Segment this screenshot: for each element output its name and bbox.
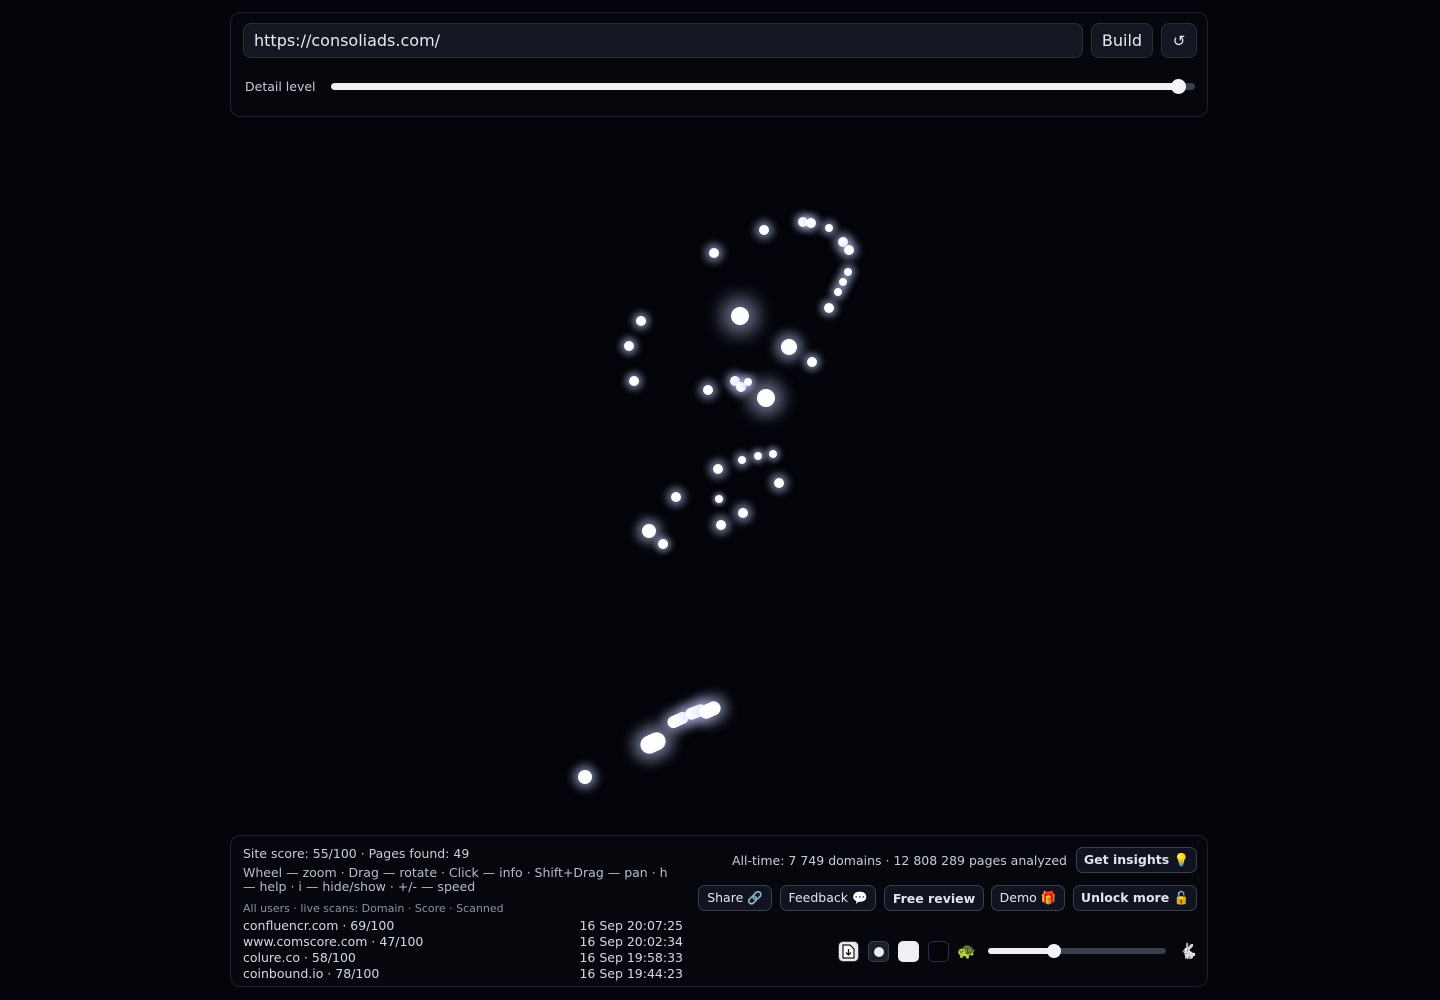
get-insights-button[interactable]: Get insights 💡 [1076, 847, 1197, 873]
graph-node[interactable] [834, 288, 842, 296]
dot-icon [873, 946, 884, 957]
theme-dark-button[interactable] [928, 941, 949, 962]
graph-node[interactable] [825, 224, 833, 232]
graph-node[interactable] [839, 278, 847, 286]
graph-node[interactable] [807, 357, 817, 367]
reset-icon: ↺ [1172, 31, 1186, 50]
unlock-more-button[interactable]: Unlock more 🔓 [1073, 885, 1197, 911]
graph-node[interactable] [578, 770, 592, 784]
list-item[interactable]: confluencr.com · 69/100 16 Sep 20:07:25 [243, 918, 683, 934]
list-item[interactable]: www.comscore.com · 47/100 16 Sep 20:02:3… [243, 934, 683, 950]
turtle-icon: 🐢 [957, 942, 976, 960]
graph-node[interactable] [769, 450, 777, 458]
graph-node[interactable] [744, 378, 752, 386]
info-panel: Site score: 55/100 · Pages found: 49 Whe… [230, 835, 1208, 987]
graph-node[interactable] [716, 520, 726, 530]
list-item[interactable]: colure.co · 58/100 16 Sep 19:58:33 [243, 950, 683, 966]
graph-node[interactable] [715, 495, 723, 503]
rabbit-icon: 🐇 [1179, 942, 1198, 960]
graph-node[interactable] [738, 508, 748, 518]
scan-time: 16 Sep 19:58:33 [579, 950, 683, 965]
share-button[interactable]: Share 🔗 [698, 885, 772, 911]
graph-node[interactable] [709, 248, 719, 258]
scan-domain: coinbound.io · 78/100 [243, 966, 380, 981]
graph-node[interactable] [754, 452, 762, 460]
download-file-icon [842, 944, 855, 959]
graph-node[interactable] [738, 456, 746, 464]
graph-node[interactable] [629, 376, 639, 386]
site-graph-canvas[interactable] [230, 125, 1208, 830]
graph-node[interactable] [806, 218, 816, 228]
graph-node[interactable] [844, 268, 852, 276]
theme-dot-button[interactable] [868, 941, 889, 962]
scan-domain: www.comscore.com · 47/100 [243, 934, 424, 949]
site-score: Site score: 55/100 · Pages found: 49 [243, 846, 470, 861]
graph-node[interactable] [774, 478, 784, 488]
graph-node[interactable] [757, 389, 775, 407]
detail-level-fill [331, 83, 1178, 90]
demo-button[interactable]: Demo 🎁 [991, 885, 1065, 911]
graph-node[interactable] [759, 225, 769, 235]
graph-node[interactable] [624, 341, 634, 351]
help-text: Wheel — zoom · Drag — rotate · Click — i… [243, 865, 668, 894]
detail-level-slider[interactable] [331, 79, 1195, 94]
graph-node-cluster[interactable] [637, 729, 669, 757]
graph-node[interactable] [671, 492, 681, 502]
graph-node[interactable] [658, 539, 668, 549]
speed-thumb[interactable] [1046, 944, 1061, 958]
alltime-stats: All-time: 7 749 domains · 12 808 289 pag… [732, 853, 1067, 868]
graph-node[interactable] [731, 307, 749, 325]
graph-node-cluster[interactable] [697, 699, 723, 721]
free-review-button[interactable]: Free review [884, 885, 984, 911]
detail-level-label: Detail level [245, 79, 316, 94]
list-item[interactable]: coinbound.io · 78/100 16 Sep 19:44:23 [243, 966, 683, 982]
feedback-button[interactable]: Feedback 💬 [780, 885, 876, 911]
live-scans-header: All users · live scans: Domain · Score ·… [243, 902, 504, 915]
speed-slider[interactable] [988, 944, 1166, 958]
scan-time: 16 Sep 20:02:34 [579, 934, 683, 949]
scan-time: 16 Sep 20:07:25 [579, 918, 683, 933]
live-scans-list: confluencr.com · 69/100 16 Sep 20:07:25 … [243, 918, 683, 982]
scan-time: 16 Sep 19:44:23 [579, 966, 683, 981]
reset-button[interactable]: ↺ [1161, 23, 1197, 58]
graph-node[interactable] [636, 316, 646, 326]
graph-node[interactable] [781, 339, 797, 355]
graph-node[interactable] [824, 303, 834, 313]
theme-light-button[interactable] [898, 941, 919, 962]
export-button[interactable] [838, 941, 859, 962]
graph-node[interactable] [844, 245, 854, 255]
graph-node[interactable] [642, 524, 656, 538]
url-panel: Build ↺ Detail level [230, 12, 1208, 117]
build-button[interactable]: Build [1091, 23, 1153, 58]
graph-node[interactable] [713, 464, 723, 474]
speed-fill [988, 948, 1054, 954]
url-input[interactable] [243, 23, 1083, 58]
scan-domain: confluencr.com · 69/100 [243, 918, 395, 933]
detail-level-thumb[interactable] [1170, 79, 1186, 94]
graph-node[interactable] [703, 385, 713, 395]
scan-domain: colure.co · 58/100 [243, 950, 356, 965]
